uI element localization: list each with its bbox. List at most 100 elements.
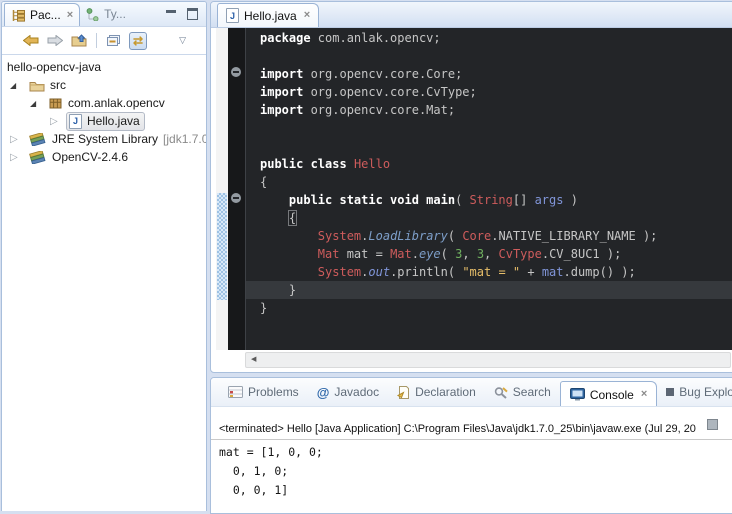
library-icon	[29, 133, 47, 146]
tab-label: Search	[513, 385, 551, 399]
package-explorer-tree: hello-opencv-java◢src◢com.anlak.opencv▷J…	[2, 55, 206, 166]
console-header: <terminated> Hello [Java Application] C:…	[211, 407, 732, 440]
tab-label: Problems	[248, 385, 299, 399]
code-line[interactable]: import org.opencv.core.Core;	[260, 65, 732, 83]
editor-tab-hello-java[interactable]: J Hello.java ×	[217, 3, 319, 27]
folding-margin	[228, 28, 245, 350]
horizontal-scrollbar[interactable]: ◀	[245, 352, 731, 368]
console-output[interactable]: mat = [1, 0, 0; 0, 1, 0; 0, 0, 1]	[211, 440, 732, 500]
javadoc-icon: @	[317, 386, 330, 399]
tree-item-src[interactable]: ◢ src	[2, 76, 206, 94]
bottom-tab-bar: Problems @Javadoc Declaration Search Console…	[211, 378, 732, 407]
tab-type-hierarchy[interactable]: Ty...	[80, 2, 132, 26]
panel-window-buttons	[166, 8, 198, 20]
code-line[interactable]: {	[260, 173, 732, 191]
left-panel-tab-bar: Pac... × Ty...	[2, 2, 206, 27]
tree-item-label: hello-opencv-java	[7, 60, 101, 74]
close-icon[interactable]: ×	[67, 10, 73, 21]
scroll-left-icon[interactable]: ◀	[251, 356, 256, 363]
code-line[interactable]: {	[260, 209, 732, 227]
package-icon	[49, 97, 63, 109]
tab-label: Declaration	[415, 385, 476, 399]
tree-item-label: OpenCV-2.4.6	[52, 150, 128, 164]
collapse-main-method-icon[interactable]	[231, 193, 241, 203]
code-line[interactable]	[260, 137, 732, 155]
editor-tab-label: Hello.java	[244, 9, 297, 23]
tab-problems[interactable]: Problems	[219, 378, 308, 406]
range-indicator	[217, 193, 227, 300]
code-line[interactable]: System.LoadLibrary( Core.NATIVE_LIBRARY_…	[260, 227, 732, 245]
console-icon	[570, 388, 585, 401]
code-line[interactable]: }	[246, 281, 732, 299]
package-explorer-panel: Pac... × Ty...	[1, 1, 207, 511]
console-toolbar-fragment[interactable]	[707, 419, 718, 430]
tree-item-label: com.anlak.opencv	[68, 96, 165, 110]
maximize-icon[interactable]	[187, 8, 198, 20]
tree-item-hello-opencv-java[interactable]: hello-opencv-java	[2, 58, 206, 76]
minimize-icon[interactable]	[166, 10, 176, 19]
tree-item-opencv-2-4-6[interactable]: ▷ OpenCV-2.4.6	[2, 148, 206, 166]
java-file-icon: J	[69, 114, 82, 129]
tree-item-content: OpenCV-2.4.6	[26, 148, 133, 166]
tree-item-hello-java[interactable]: ▷J Hello.java	[2, 112, 206, 130]
code-line[interactable]: package com.anlak.opencv;	[260, 29, 732, 47]
collapse-all-icon[interactable]	[106, 34, 121, 47]
link-with-editor-icon[interactable]: ⇄	[129, 32, 147, 50]
code-line[interactable]	[260, 47, 732, 65]
code-line[interactable]: System.out.println( "mat = " + mat.dump(…	[260, 263, 732, 281]
close-icon[interactable]: ×	[304, 10, 310, 21]
tab-javadoc[interactable]: @Javadoc	[308, 378, 388, 406]
tree-item-label: src	[50, 78, 66, 92]
code-line[interactable]: public class Hello	[260, 155, 732, 173]
collapsed-arrow-icon[interactable]: ▷	[50, 116, 66, 127]
bug-icon	[666, 388, 674, 396]
expanded-arrow-icon[interactable]: ◢	[30, 99, 46, 108]
declaration-icon	[397, 386, 410, 399]
tab-label: Ty...	[104, 7, 126, 21]
annotation-ruler[interactable]	[216, 28, 228, 350]
tab-console[interactable]: Console×	[560, 381, 657, 407]
tab-package-explorer[interactable]: Pac... ×	[4, 3, 80, 26]
tab-label: Pac...	[30, 8, 61, 22]
close-icon[interactable]: ×	[641, 389, 647, 400]
expanded-arrow-icon[interactable]: ◢	[10, 81, 26, 90]
tab-bug-explorer[interactable]: Bug Explorer	[657, 378, 732, 406]
view-menu-icon[interactable]: ▽	[179, 35, 186, 46]
collapse-imports-icon[interactable]	[231, 67, 241, 77]
code-line[interactable]: import org.opencv.core.Mat;	[260, 101, 732, 119]
java-file-icon: J	[226, 8, 239, 23]
collapsed-arrow-icon[interactable]: ▷	[10, 134, 26, 145]
console-line: 0, 0, 1]	[219, 481, 732, 500]
library-icon	[29, 151, 47, 164]
code-area[interactable]: package com.anlak.opencv; import org.open…	[245, 28, 732, 350]
tree-item-content: JRE System Library [jdk1.7.0	[26, 130, 206, 148]
tab-declaration[interactable]: Declaration	[388, 378, 485, 406]
code-line[interactable]: import org.opencv.core.CvType;	[260, 83, 732, 101]
problems-icon	[228, 386, 243, 398]
tree-item-content: J Hello.java	[66, 112, 145, 131]
type-hierarchy-icon	[86, 8, 100, 21]
tree-item-content: com.anlak.opencv	[46, 94, 170, 112]
tree-item-jre-system-library[interactable]: ▷JRE System Library [jdk1.7.0	[2, 130, 206, 148]
code-line[interactable]	[260, 119, 732, 137]
tree-item-com-anlak-opencv[interactable]: ◢ com.anlak.opencv	[2, 94, 206, 112]
package-folder-icon	[29, 79, 45, 92]
editor-tab-bar: J Hello.java ×	[211, 2, 732, 28]
forward-icon[interactable]	[47, 35, 63, 46]
code-line[interactable]: Mat mat = Mat.eye( 3, 3, CvType.CV_8UC1 …	[260, 245, 732, 263]
code-line[interactable]: public static void main( String[] args )	[260, 191, 732, 209]
package-explorer-toolbar: ⇄ ▽	[2, 27, 206, 55]
editor-body: package com.anlak.opencv; import org.open…	[211, 28, 732, 350]
collapsed-arrow-icon[interactable]: ▷	[10, 152, 26, 163]
tree-item-label: JRE System Library	[52, 132, 158, 146]
console-line: 0, 1, 0;	[219, 462, 732, 481]
package-explorer-icon	[11, 9, 26, 22]
go-up-icon[interactable]	[71, 34, 87, 47]
tree-item-label: Hello.java	[87, 114, 140, 128]
code-line[interactable]: }	[260, 299, 732, 317]
toolbar-separator	[96, 33, 97, 48]
tree-item-decoration: [jdk1.7.0	[163, 132, 206, 146]
tab-search[interactable]: Search	[485, 378, 560, 406]
tab-label: Bug Explorer	[679, 385, 732, 399]
back-icon[interactable]	[23, 35, 39, 46]
